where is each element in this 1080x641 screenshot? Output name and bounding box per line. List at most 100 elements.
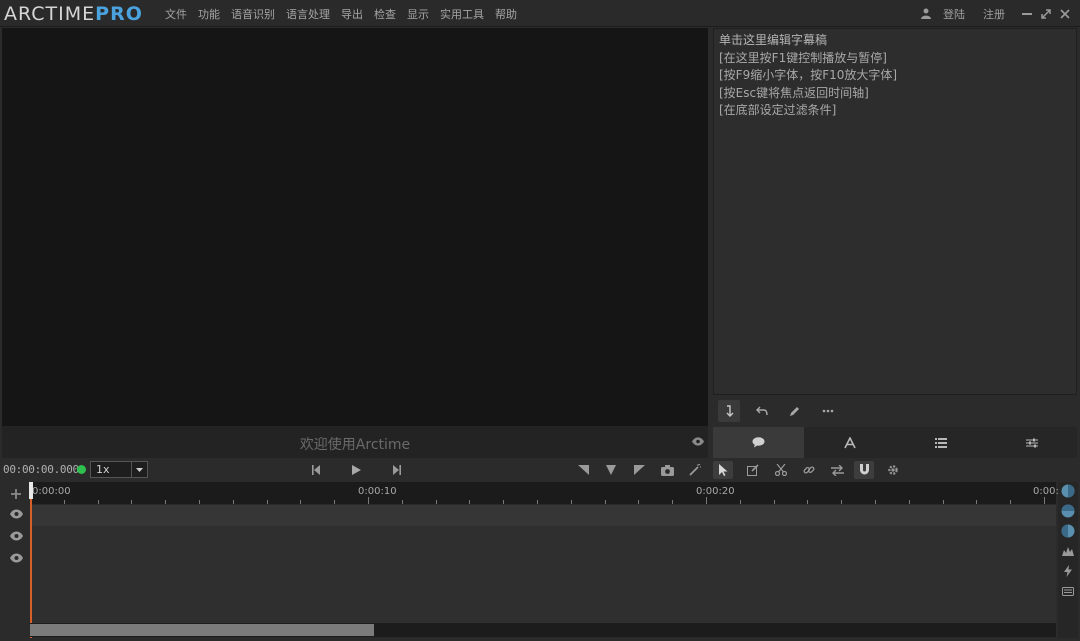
tick-label: 0:00:00 bbox=[32, 486, 71, 497]
ruler-tick bbox=[63, 500, 65, 504]
ruler-tick bbox=[638, 500, 640, 504]
link-icon[interactable] bbox=[801, 462, 817, 478]
login-link[interactable]: 登陆 bbox=[943, 6, 965, 22]
tick-label: 0:00: bbox=[1033, 486, 1059, 497]
ruler-tick bbox=[537, 500, 538, 504]
pencil-icon[interactable] bbox=[784, 400, 806, 422]
transport-bar: 00:00:00.000 1x bbox=[0, 459, 1080, 481]
editor-line: [按F9缩小字体，按F10放大字体] bbox=[719, 68, 898, 82]
ruler-tick bbox=[435, 500, 437, 504]
chevron-down-icon[interactable] bbox=[131, 462, 147, 477]
mark-in-icon[interactable] bbox=[575, 462, 591, 478]
video-preview[interactable] bbox=[2, 28, 708, 426]
subtitle-track[interactable] bbox=[30, 505, 1056, 526]
ruler-tick bbox=[232, 500, 234, 504]
font-icon[interactable] bbox=[804, 427, 895, 458]
subtitle-editor[interactable]: 单击这里编辑字幕稿 [在这里按F1键控制播放与暂停] [按F9缩小字体，按F10… bbox=[713, 28, 1077, 395]
menu-features[interactable]: 功能 bbox=[198, 6, 220, 22]
ruler-tick bbox=[807, 500, 809, 504]
editor-line: 单击这里编辑字幕稿 bbox=[719, 33, 828, 47]
globe-icon[interactable] bbox=[1061, 484, 1075, 498]
menu-help[interactable]: 帮助 bbox=[495, 6, 517, 22]
editor-line: [在底部设定过滤条件] bbox=[719, 103, 837, 117]
editor-line: [按Esc键将焦点返回时间轴] bbox=[719, 85, 869, 100]
add-track-icon[interactable] bbox=[9, 487, 23, 501]
timeline-scrollbar-thumb[interactable] bbox=[30, 624, 374, 636]
edit-icon[interactable] bbox=[745, 462, 761, 478]
menu-export[interactable]: 导出 bbox=[341, 6, 363, 22]
menu-display[interactable]: 显示 bbox=[407, 6, 429, 22]
logo-suffix: PRO bbox=[95, 3, 143, 25]
minimize-icon[interactable] bbox=[1020, 7, 1034, 21]
more-icon[interactable] bbox=[817, 400, 839, 422]
ruler-tick bbox=[368, 497, 369, 504]
track-visibility-eye-icon[interactable] bbox=[10, 553, 24, 565]
ruler-tick bbox=[469, 500, 471, 504]
magnet-icon[interactable] bbox=[854, 461, 874, 479]
time-ruler[interactable]: 0:00:00 0:00:10 0:00:20 0:00: bbox=[30, 482, 1059, 504]
playhead-handle[interactable] bbox=[29, 482, 33, 499]
menu-file[interactable]: 文件 bbox=[165, 6, 187, 22]
timeline-scrollbar[interactable] bbox=[30, 623, 1056, 637]
ruler-tick bbox=[706, 497, 707, 504]
insert-icon[interactable] bbox=[718, 400, 740, 422]
timecode: 00:00:00.000 bbox=[3, 463, 79, 476]
waveform-icon[interactable] bbox=[1061, 544, 1075, 558]
swap-icon[interactable] bbox=[829, 462, 845, 478]
logo-main: ARCTIME bbox=[4, 3, 96, 25]
magic-wand-icon[interactable] bbox=[687, 462, 703, 478]
video-caption-bar: 欢迎使用Arctime bbox=[2, 426, 708, 458]
sliders-icon[interactable] bbox=[986, 427, 1077, 458]
menu-tools[interactable]: 实用工具 bbox=[440, 6, 484, 22]
user-icon bbox=[921, 8, 931, 19]
list-icon[interactable] bbox=[895, 427, 986, 458]
editor-toolbar bbox=[713, 397, 1077, 425]
undo-icon[interactable] bbox=[751, 400, 773, 422]
ruler-tick bbox=[401, 500, 403, 504]
ruler-tick bbox=[97, 500, 99, 504]
ruler-tick bbox=[739, 500, 741, 504]
timeline-side-tools bbox=[1058, 482, 1078, 638]
menu-check[interactable]: 检查 bbox=[374, 6, 396, 22]
globe-icon[interactable] bbox=[1061, 524, 1075, 538]
comment-icon[interactable] bbox=[713, 427, 804, 458]
play-icon[interactable] bbox=[348, 462, 364, 478]
ruler-tick bbox=[131, 500, 133, 504]
editor-line: [在这里按F1键控制播放与暂停] bbox=[719, 50, 887, 65]
ruler-tick bbox=[199, 500, 200, 504]
app-logo: ARCTIMEPRO bbox=[4, 3, 143, 25]
ruler-tick bbox=[503, 500, 505, 504]
ruler-tick bbox=[773, 500, 775, 504]
camera-icon[interactable] bbox=[659, 462, 675, 478]
tick-label: 0:00:10 bbox=[358, 486, 397, 497]
previous-icon[interactable] bbox=[308, 462, 324, 478]
playhead[interactable] bbox=[30, 482, 32, 638]
eye-icon[interactable] bbox=[692, 436, 704, 449]
menu-speech-recognition[interactable]: 语音识别 bbox=[231, 6, 275, 22]
ruler-tick bbox=[908, 500, 910, 504]
gear-icon[interactable] bbox=[885, 462, 901, 478]
track-visibility-eye-icon[interactable] bbox=[10, 509, 24, 521]
next-icon[interactable] bbox=[389, 462, 405, 478]
ruler-tick bbox=[875, 500, 876, 504]
ruler-tick bbox=[570, 500, 572, 504]
account-area: 登陆 注册 bbox=[921, 0, 1072, 27]
register-link[interactable]: 注册 bbox=[983, 6, 1005, 22]
close-icon[interactable] bbox=[1058, 7, 1072, 21]
maximize-icon[interactable] bbox=[1039, 7, 1053, 21]
editor-tabs bbox=[713, 427, 1077, 458]
track-visibility-eye-icon[interactable] bbox=[10, 531, 24, 543]
welcome-text: 欢迎使用Arctime bbox=[299, 437, 411, 453]
globe-icon[interactable] bbox=[1061, 504, 1075, 518]
lightning-icon[interactable] bbox=[1061, 564, 1075, 578]
select-cursor-icon[interactable] bbox=[713, 461, 733, 479]
playback-speed-select[interactable]: 1x bbox=[90, 461, 148, 478]
scissors-icon[interactable] bbox=[773, 462, 789, 478]
track-header-column bbox=[2, 482, 30, 638]
marker-icon[interactable] bbox=[603, 462, 619, 478]
keyboard-icon[interactable] bbox=[1061, 584, 1075, 598]
menu-language-processing[interactable]: 语言处理 bbox=[286, 6, 330, 22]
mark-out-icon[interactable] bbox=[631, 462, 647, 478]
audio-tracks[interactable] bbox=[30, 526, 1056, 623]
ruler-tick bbox=[266, 500, 268, 504]
